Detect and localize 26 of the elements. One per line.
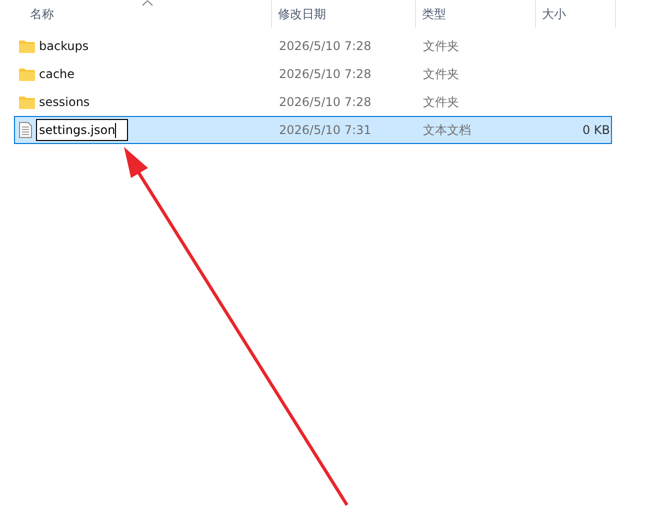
sort-caret-icon: [142, 0, 153, 6]
file-name: sessions: [39, 95, 90, 109]
modified-date: 2026/5/10 7:28: [279, 67, 372, 81]
file-name: backups: [39, 39, 89, 53]
file-row[interactable]: backups 2026/5/10 7:28 文件夹: [14, 32, 612, 60]
column-header[interactable]: 大小: [536, 0, 616, 28]
file-type: 文件夹: [423, 38, 459, 54]
folder-icon: [19, 96, 35, 108]
modified-date: 2026/5/10 7:28: [279, 95, 372, 109]
modified-date: 2026/5/10 7:28: [279, 39, 372, 53]
file-type: 文本文档: [423, 122, 471, 138]
folder-icon: [19, 40, 35, 52]
column-header[interactable]: 类型: [416, 0, 536, 28]
rename-field[interactable]: settings.json: [36, 119, 128, 141]
modified-date: 2026/5/10 7:31: [279, 123, 372, 137]
file-size: 0 KB: [582, 123, 610, 137]
file-row[interactable]: settings.json 2026/5/10 7:31 文本文档 0 KB: [14, 116, 612, 144]
file-type: 文件夹: [423, 66, 459, 82]
column-header[interactable]: 修改日期: [272, 0, 416, 28]
document-icon: [19, 122, 32, 138]
column-header[interactable]: 名称: [0, 0, 272, 28]
file-row[interactable]: sessions 2026/5/10 7:28 文件夹: [14, 88, 612, 116]
file-name: cache: [39, 67, 75, 81]
file-type: 文件夹: [423, 94, 459, 110]
file-row[interactable]: cache 2026/5/10 7:28 文件夹: [14, 60, 612, 88]
folder-icon: [19, 68, 35, 80]
